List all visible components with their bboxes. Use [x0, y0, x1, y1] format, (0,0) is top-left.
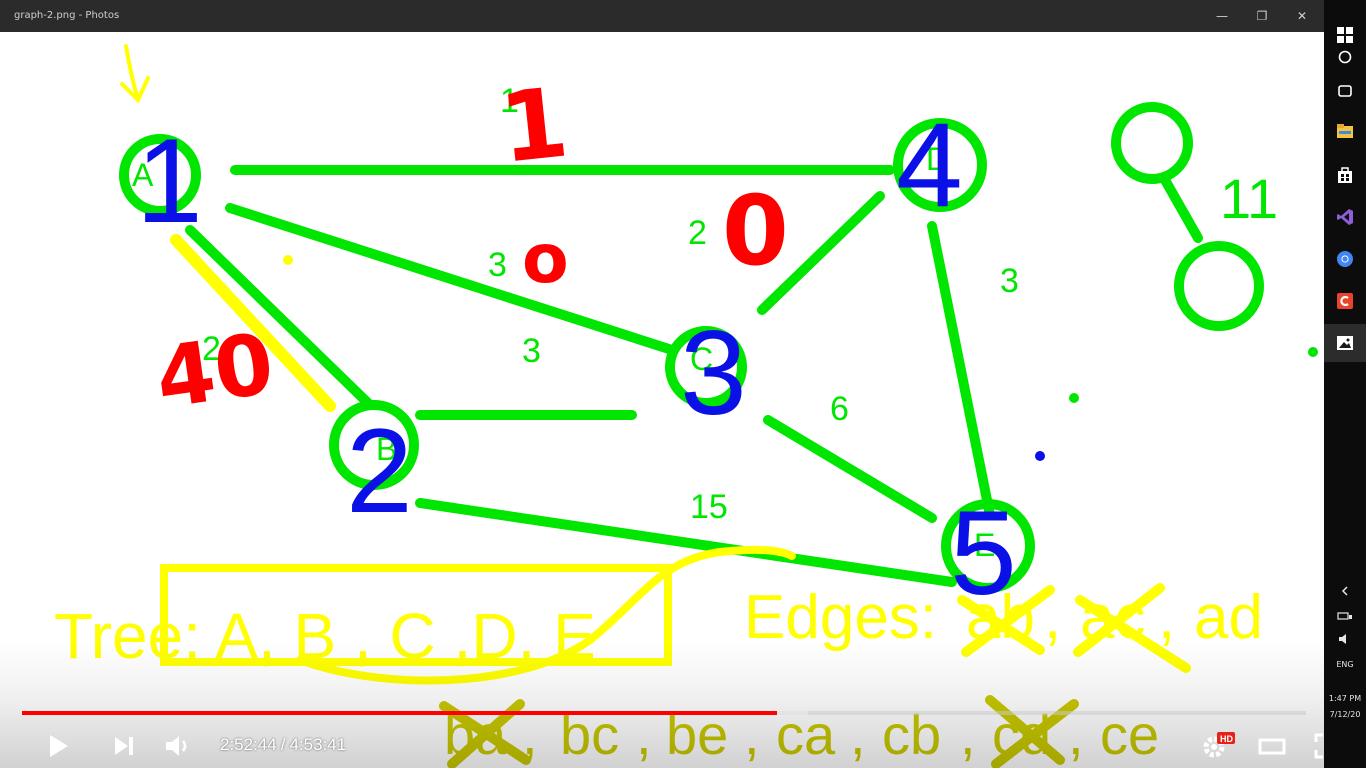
- progress-bar[interactable]: [22, 711, 1306, 715]
- weight-bc: 3: [522, 332, 541, 370]
- stray-dot-green-1: [1069, 393, 1079, 403]
- edge-item-ad: ad: [1194, 583, 1263, 652]
- stray-dot-blue: [1035, 451, 1045, 461]
- stray-dot-green-2: [1308, 347, 1318, 357]
- speaker-icon: [1339, 634, 1346, 644]
- tree-annotation: Tree: A, B , C ,D, E: [54, 545, 796, 685]
- input-language[interactable]: ENG: [1324, 660, 1366, 669]
- visual-studio-button[interactable]: [1324, 198, 1366, 236]
- red-dist-c: o: [522, 220, 569, 299]
- show-hidden-icons-button[interactable]: [1324, 578, 1366, 604]
- next-icon: [115, 737, 133, 755]
- store-icon: [1338, 167, 1352, 183]
- node-a-number: 1: [136, 114, 203, 248]
- task-view-icon: [1338, 85, 1352, 97]
- node-d-number: 4: [896, 98, 963, 232]
- search-button[interactable]: [1324, 38, 1366, 76]
- side-tree-node-top: [1111, 102, 1193, 184]
- store-button[interactable]: [1324, 156, 1366, 194]
- edge-ce: [763, 415, 937, 523]
- graph-drawing: A B C D E 1 2 3 3 2 3 6 15 11 1 0 o 40 1…: [54, 44, 1318, 768]
- file-explorer-button[interactable]: [1324, 112, 1366, 150]
- node-b-number: 2: [346, 404, 413, 538]
- volume-icon: [166, 736, 187, 756]
- photos-icon: [1337, 336, 1353, 350]
- node-c-number: 3: [680, 306, 747, 440]
- edge-de: [927, 221, 995, 520]
- edges-annotation: Edges: ab , ac , ad: [744, 583, 1263, 652]
- weight-cd: 2: [688, 214, 707, 252]
- app-c-icon: [1337, 293, 1353, 309]
- red-dist-c-top: 0: [722, 175, 789, 287]
- red-dist-d: 1: [495, 66, 573, 184]
- red-dist-b: 40: [150, 314, 279, 427]
- volume-tray-button[interactable]: [1324, 628, 1366, 650]
- weight-side-tree: 11: [1220, 167, 1278, 230]
- edges-label: Edges:: [744, 583, 937, 652]
- time-separator: /: [280, 735, 286, 754]
- search-icon: [1338, 50, 1352, 64]
- side-tree-node-bottom: [1174, 241, 1264, 331]
- taskbar: ENG 1:47 PM 7/12/20: [1324, 0, 1366, 768]
- window-title: graph-2.png - Photos: [14, 10, 120, 21]
- stray-dot-yellow: [283, 255, 293, 265]
- current-time: 2:52:44: [220, 735, 277, 754]
- minimize-button[interactable]: —: [1208, 6, 1236, 26]
- volume-button[interactable]: [160, 728, 196, 764]
- photos-app-button[interactable]: [1324, 324, 1366, 362]
- task-view-button[interactable]: [1324, 72, 1366, 110]
- weight-ce: 6: [830, 390, 849, 428]
- settings-button[interactable]: HD: [1196, 728, 1236, 764]
- weight-de: 3: [1000, 262, 1019, 300]
- photos-window: graph-2.png - Photos — ❐ ✕ A B C D E 1 2…: [0, 0, 1342, 768]
- play-button[interactable]: [40, 728, 76, 764]
- theater-mode-button[interactable]: [1254, 728, 1290, 764]
- gear-icon: HD: [1203, 732, 1235, 758]
- screen: graph-2.png - Photos — ❐ ✕ A B C D E 1 2…: [0, 0, 1366, 768]
- theater-icon: [1258, 738, 1286, 755]
- visual-studio-icon: [1337, 209, 1353, 225]
- close-button[interactable]: ✕: [1288, 6, 1316, 26]
- file-explorer-icon: [1337, 124, 1353, 138]
- edge-side-tree: [1160, 175, 1203, 243]
- duration: 4:53:41: [289, 735, 347, 754]
- title-bar[interactable]: graph-2.png - Photos — ❐ ✕: [0, 0, 1324, 32]
- chrome-icon: [1337, 251, 1353, 267]
- network-icon: [1337, 612, 1352, 620]
- weight-be: 15: [690, 488, 728, 526]
- app-c-button[interactable]: [1324, 282, 1366, 320]
- network-tray-button[interactable]: [1324, 606, 1366, 628]
- weight-ac: 3: [488, 246, 507, 284]
- time-display: 2:52:44/4:53:41: [220, 735, 346, 755]
- progress-played: [22, 711, 777, 715]
- maximize-button[interactable]: ❐: [1248, 6, 1276, 26]
- tree-text: Tree: A, B , C ,D, E: [54, 600, 596, 672]
- hd-badge-text: HD: [1220, 734, 1233, 744]
- chevron-left-icon: [1341, 586, 1348, 596]
- graph-image: A B C D E 1 2 3 3 2 3 6 15 11 1 0 o 40 1…: [0, 32, 1324, 768]
- clock-time[interactable]: 1:47 PM: [1324, 694, 1366, 703]
- clock-date[interactable]: 7/12/20: [1324, 710, 1366, 719]
- pointer-arrow-icon: [120, 44, 150, 104]
- play-icon: [50, 735, 68, 757]
- next-button[interactable]: [106, 728, 142, 764]
- chrome-button[interactable]: [1324, 240, 1366, 278]
